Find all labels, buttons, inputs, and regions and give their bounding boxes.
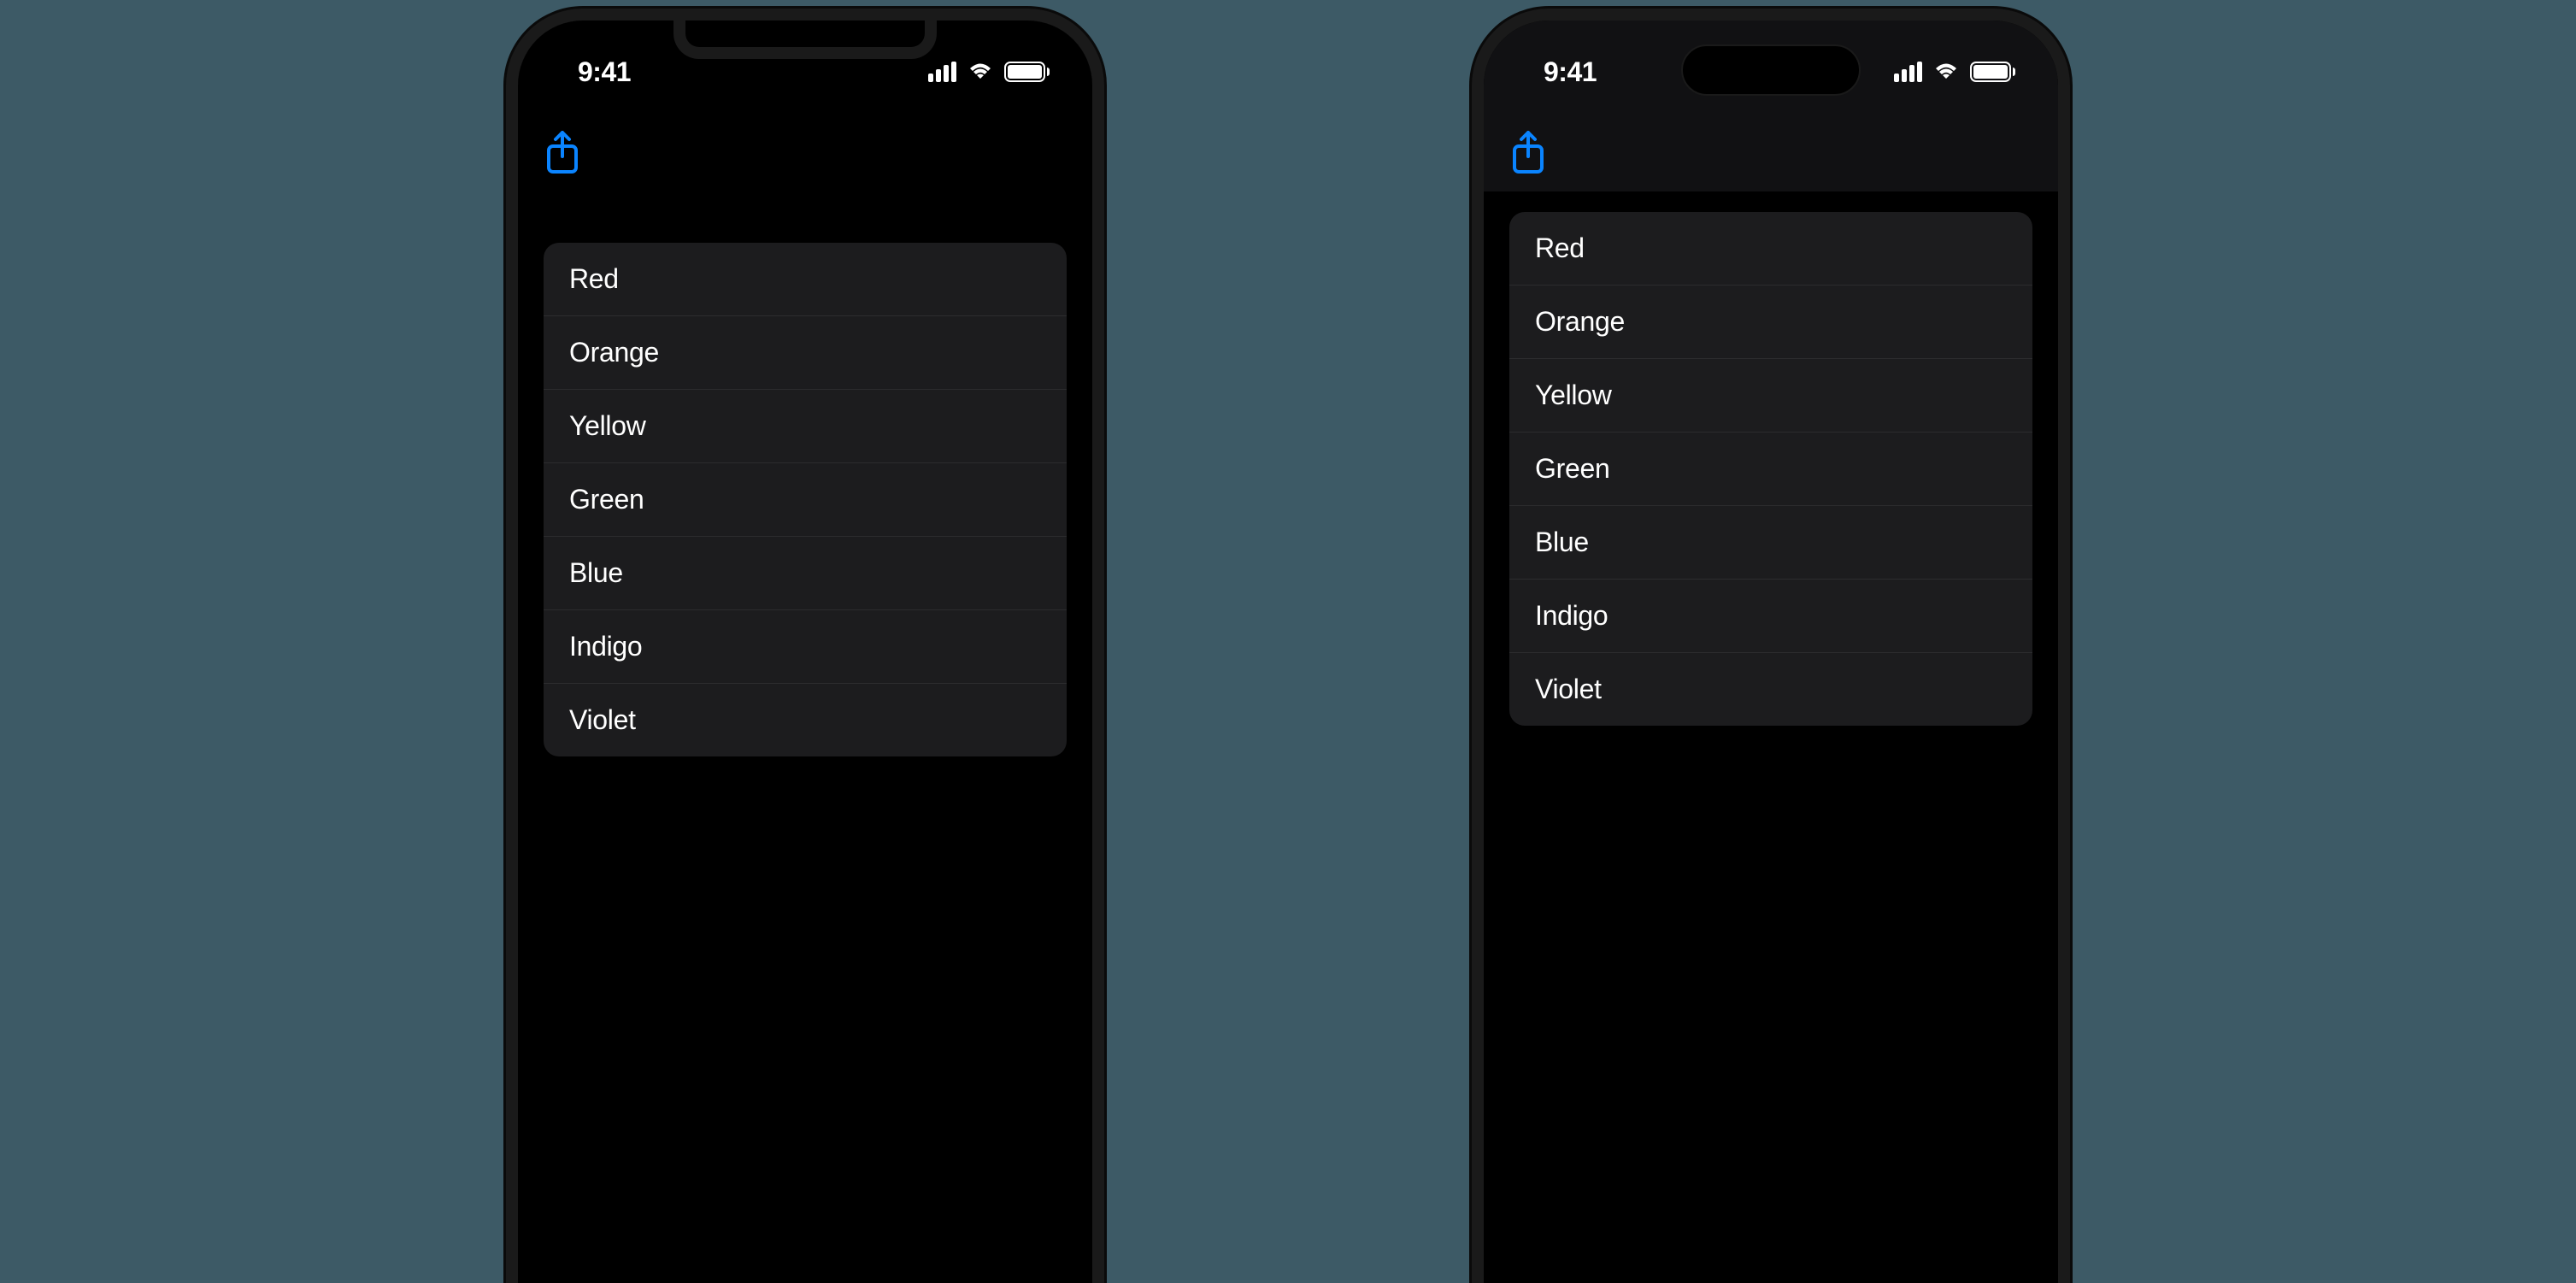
list-item-blue[interactable]: Blue [1509,506,2032,580]
list-item-label: Indigo [1535,600,1608,631]
wifi-icon [967,62,994,82]
wifi-icon [1932,62,1960,82]
share-button[interactable] [1509,131,1547,175]
content-area: Red Orange Yellow Green Blue Indigo Viol… [1484,191,2058,726]
list-item-label: Violet [1535,674,1602,704]
list-item-label: Indigo [569,631,642,662]
dynamic-island [1681,44,1861,96]
notch [673,9,937,59]
content-area: Red Orange Yellow Green Blue Indigo Viol… [518,191,1092,756]
list-item-orange[interactable]: Orange [1509,285,2032,359]
status-time: 9:41 [578,56,631,88]
list-item-red[interactable]: Red [544,243,1067,316]
cellular-signal-icon [928,62,956,82]
battery-icon [1970,62,2015,82]
list-item-label: Red [1535,232,1585,263]
list-item-label: Blue [1535,527,1589,557]
list-panel: Red Orange Yellow Green Blue Indigo Viol… [544,243,1067,756]
list-item-label: Yellow [569,410,646,441]
cellular-signal-icon [1894,62,1922,82]
list-item-green[interactable]: Green [1509,433,2032,506]
list-item-label: Red [569,263,619,294]
nav-bar [518,115,1092,191]
list-item-yellow[interactable]: Yellow [544,390,1067,463]
list-item-label: Yellow [1535,380,1612,410]
list-panel: Red Orange Yellow Green Blue Indigo Viol… [1509,212,2032,726]
list-item-orange[interactable]: Orange [544,316,1067,390]
list-item-label: Green [569,484,644,515]
list-item-red[interactable]: Red [1509,212,2032,285]
list-item-label: Green [1535,453,1609,484]
status-icons [928,62,1050,82]
phone-frame-notch: 9:41 [506,9,1104,1283]
list-item-yellow[interactable]: Yellow [1509,359,2032,433]
share-button[interactable] [544,131,581,175]
list-item-label: Orange [1535,306,1625,337]
list-item-label: Violet [569,704,636,735]
list-item-violet[interactable]: Violet [544,684,1067,756]
list-item-indigo[interactable]: Indigo [1509,580,2032,653]
screen: 9:41 [1484,21,2058,1283]
battery-icon [1004,62,1050,82]
phone-frame-island: 9:41 [1472,9,2070,1283]
status-time: 9:41 [1544,56,1597,88]
list-item-indigo[interactable]: Indigo [544,610,1067,684]
screen: 9:41 [518,21,1092,1283]
list-item-violet[interactable]: Violet [1509,653,2032,726]
list-item-blue[interactable]: Blue [544,537,1067,610]
status-icons [1894,62,2015,82]
list-item-label: Orange [569,337,659,368]
list-item-green[interactable]: Green [544,463,1067,537]
list-item-label: Blue [569,557,623,588]
